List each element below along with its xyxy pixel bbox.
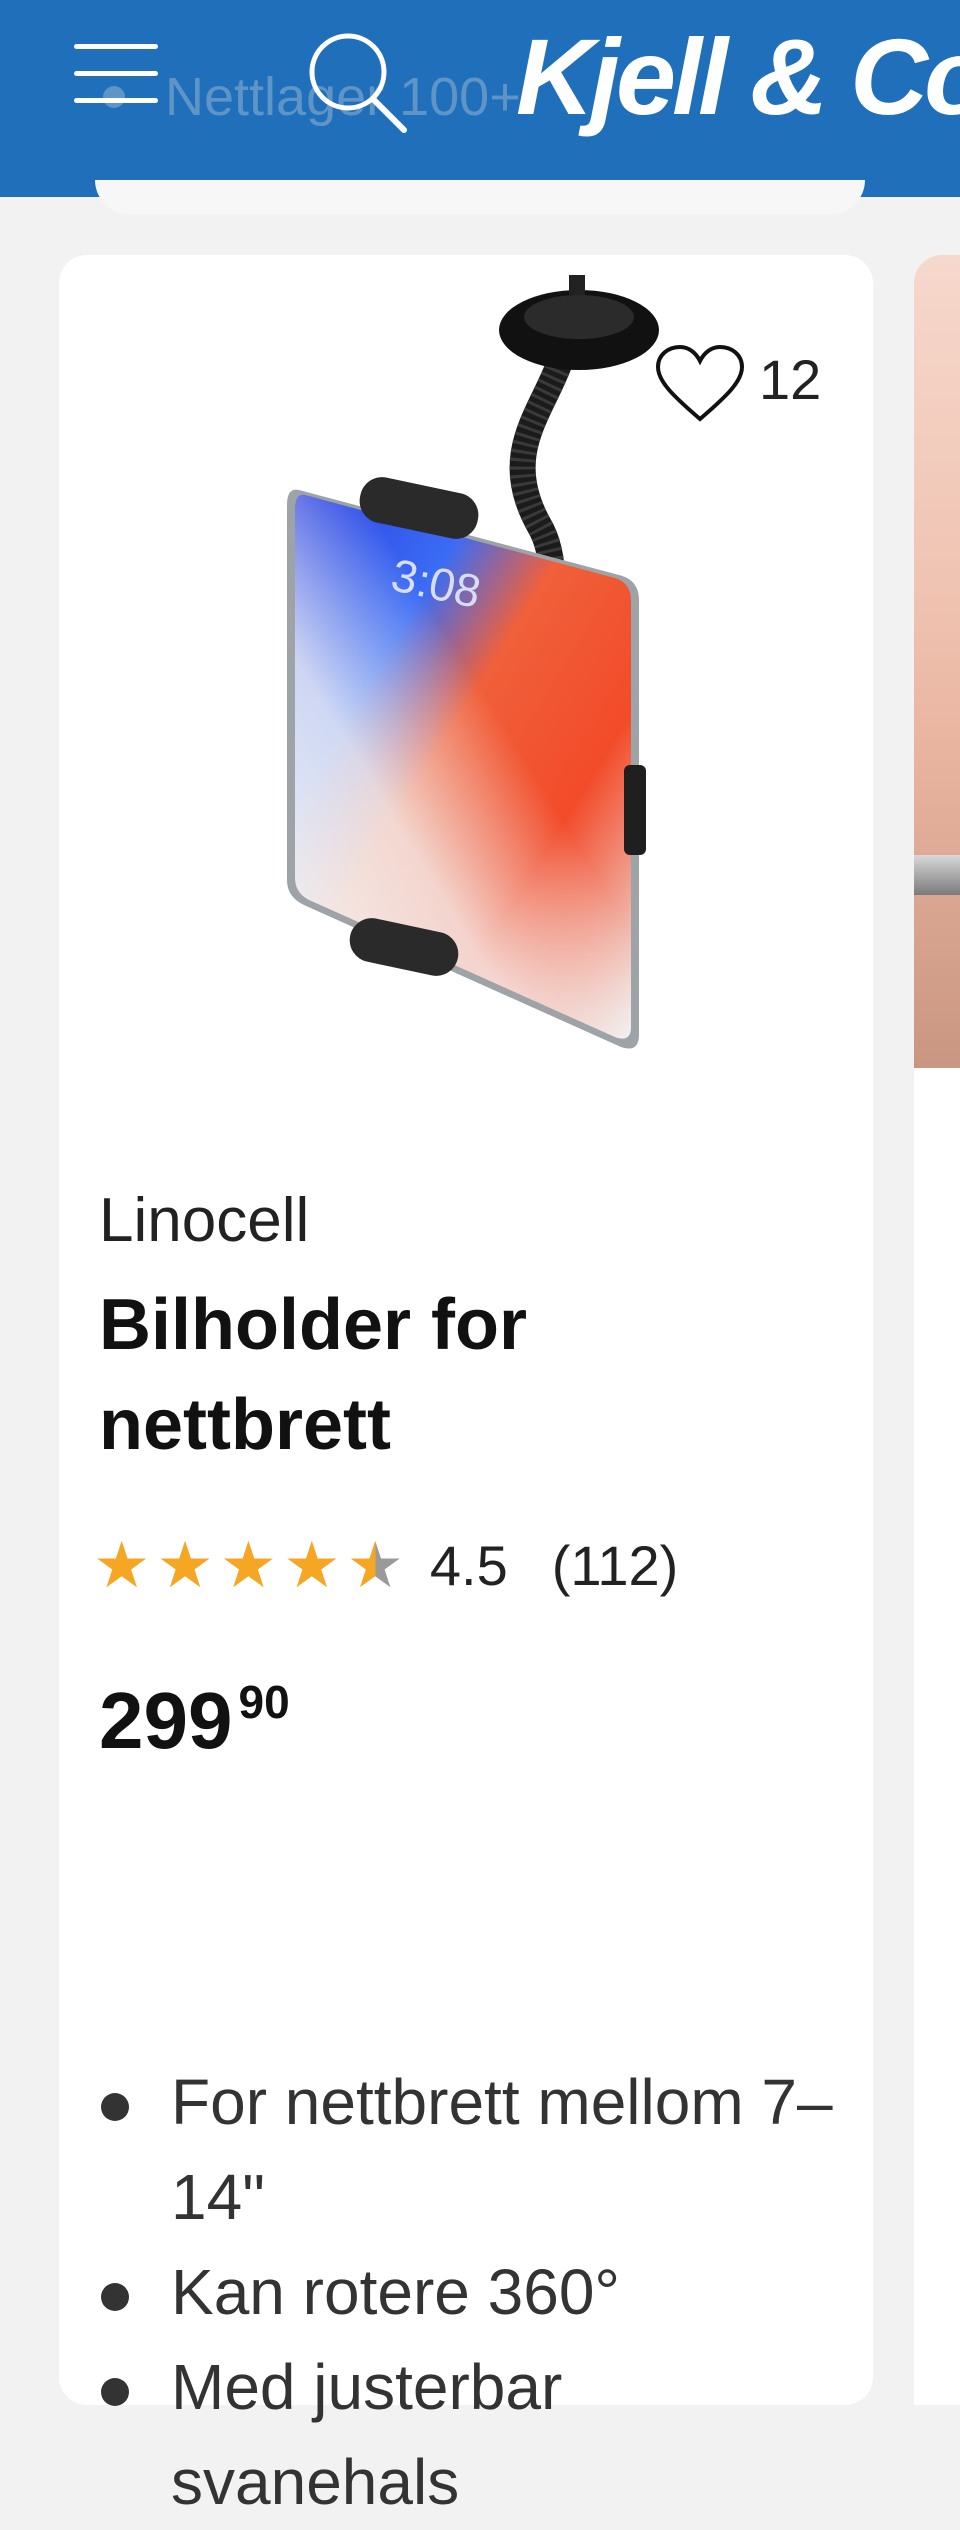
product-price: 299 90 — [99, 1675, 290, 1767]
product-brand: Linocell — [99, 1186, 310, 1255]
next-product-image — [914, 255, 960, 1068]
rating-value: 4.5 — [429, 1533, 508, 1597]
feature-item: Kan rotere 360° — [99, 2245, 859, 2340]
product-title[interactable]: Bilholder for nettbrett — [99, 1275, 799, 1475]
top-header: Nettlager 100+ Kjell & Company — [0, 0, 960, 197]
rating-count: (112) — [551, 1533, 679, 1597]
feature-item: For nettbrett mellom 7–14" — [99, 2055, 859, 2245]
kjell-logo[interactable]: Kjell & Company — [516, 14, 960, 139]
star-full-icon: ★ — [283, 1529, 341, 1601]
hamburger-icon — [74, 98, 158, 103]
product-card[interactable]: 3:08 12 Linocell Bilholder for nettbrett… — [59, 255, 873, 2518]
heart-icon — [655, 345, 745, 422]
star-full-icon: ★ — [219, 1529, 278, 1601]
favorite-count: 12 — [759, 348, 822, 411]
search-button[interactable] — [300, 28, 412, 140]
product-rating: ★ ★ ★ ★ ★ 4.5 (112) — [93, 1525, 678, 1605]
star-half-icon: ★ — [346, 1529, 404, 1601]
next-product-card[interactable] — [914, 255, 960, 2405]
search-icon — [309, 33, 407, 133]
hamburger-icon — [74, 71, 158, 76]
menu-button[interactable] — [70, 40, 166, 120]
star-full-icon: ★ — [156, 1529, 214, 1601]
header-tray — [95, 180, 865, 214]
hamburger-icon — [74, 44, 158, 49]
next-product-image-detail — [914, 855, 960, 895]
feature-list: For nettbrett mellom 7–14" Kan rotere 36… — [99, 2055, 859, 2530]
price-decimals: 90 — [238, 1676, 290, 1728]
favorite-button[interactable]: 12 — [654, 335, 821, 435]
price-main: 299 — [99, 1676, 233, 1765]
star-full-icon: ★ — [93, 1529, 151, 1601]
